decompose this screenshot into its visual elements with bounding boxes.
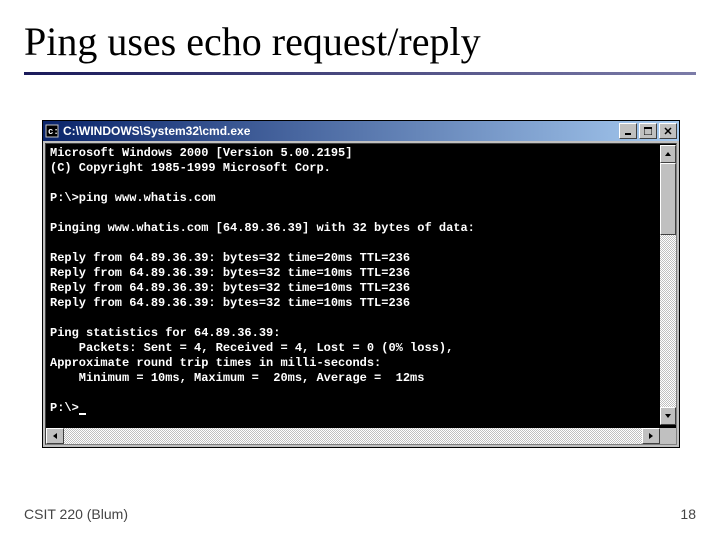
slide-title: Ping uses echo request/reply: [24, 18, 481, 65]
scroll-track[interactable]: [660, 235, 676, 407]
footer-left: CSIT 220 (Blum): [24, 506, 128, 522]
horizontal-scrollbar[interactable]: [46, 428, 660, 444]
scroll-up-button[interactable]: [660, 145, 676, 163]
hscroll-track[interactable]: [64, 428, 642, 444]
vertical-scrollbar[interactable]: [660, 145, 676, 425]
minimize-button[interactable]: [619, 123, 637, 139]
scroll-left-button[interactable]: [46, 428, 64, 444]
cmd-icon: c:: [45, 124, 59, 138]
scroll-thumb[interactable]: [660, 163, 676, 235]
cmd-window: c: C:\WINDOWS\System32\cmd.exe Microsoft…: [42, 120, 680, 448]
slide: Ping uses echo request/reply c: C:\WINDO…: [0, 0, 720, 540]
slide-number: 18: [680, 506, 696, 522]
scroll-right-button[interactable]: [642, 428, 660, 444]
svg-text:c:: c:: [48, 127, 59, 137]
window-controls: [619, 123, 677, 139]
maximize-button[interactable]: [639, 123, 657, 139]
close-button[interactable]: [659, 123, 677, 139]
terminal-output[interactable]: Microsoft Windows 2000 [Version 5.00.219…: [45, 143, 677, 445]
scroll-down-button[interactable]: [660, 407, 676, 425]
cursor: [79, 413, 86, 415]
window-title: C:\WINDOWS\System32\cmd.exe: [63, 124, 619, 138]
titlebar[interactable]: c: C:\WINDOWS\System32\cmd.exe: [43, 121, 679, 141]
title-underline: [24, 72, 696, 75]
scroll-corner: [660, 428, 676, 444]
